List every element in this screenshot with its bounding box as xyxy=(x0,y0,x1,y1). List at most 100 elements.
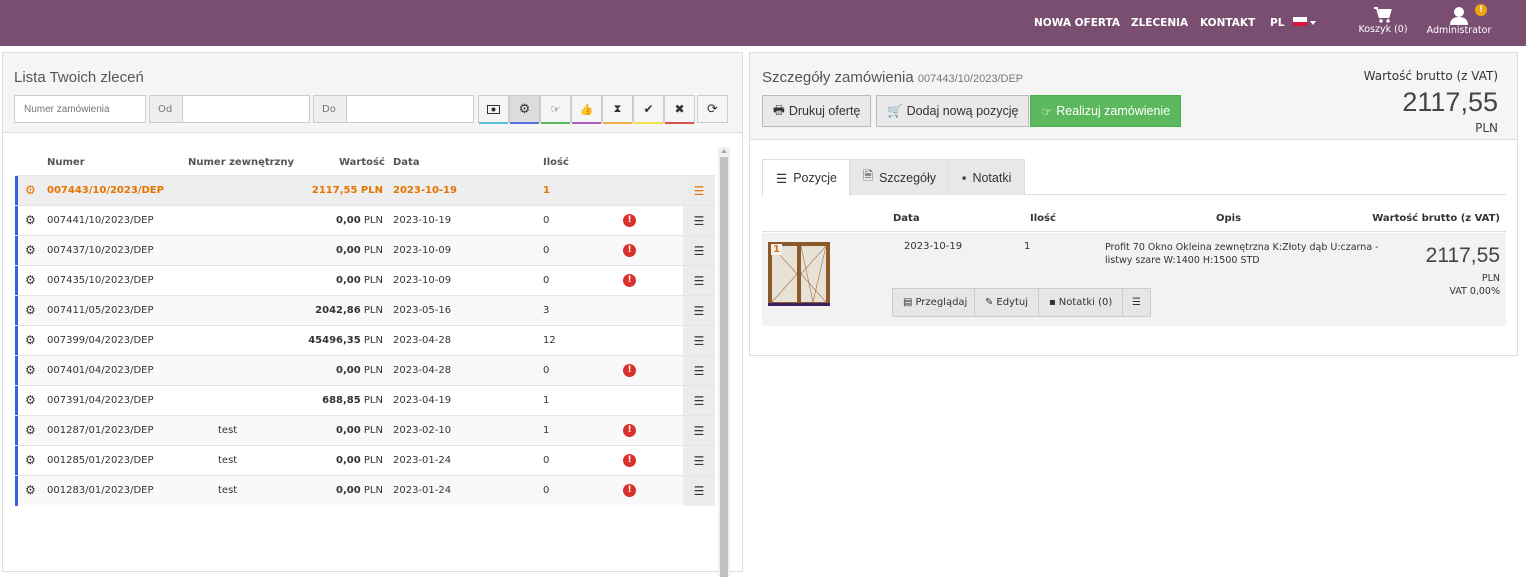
filter-times-button[interactable]: ✖ xyxy=(664,95,695,124)
order-number[interactable]: 007443/10/2023/DEP xyxy=(47,185,164,196)
order-qty: 0 xyxy=(543,455,550,466)
order-qty: 1 xyxy=(543,395,550,406)
cart-icon xyxy=(1374,7,1392,23)
position-menu-button[interactable]: ☰ xyxy=(1122,288,1151,317)
tab-notatki[interactable]: ▪ Notatki xyxy=(948,159,1026,195)
order-number[interactable]: 007441/10/2023/DEP xyxy=(47,215,154,226)
order-date: 2023-10-09 xyxy=(393,275,452,286)
filter-hand-button[interactable]: ☞ xyxy=(540,95,571,124)
nav-nowa-oferta[interactable]: NOWA OFERTA xyxy=(1034,17,1120,29)
language-selector[interactable]: PL xyxy=(1270,17,1284,29)
gear-icon[interactable]: ⚙ xyxy=(25,273,36,287)
order-number-input[interactable] xyxy=(14,95,146,123)
filter-hourglass-button[interactable]: ⧗ xyxy=(602,95,633,124)
table-row[interactable]: ⚙ 007435/10/2023/DEP 0,00 PLN 2023-10-09 0! ☰ xyxy=(15,265,715,296)
position-description: Profit 70 Okno Okleina zewnętrzna K:Złot… xyxy=(1105,241,1380,267)
col-data[interactable]: Data xyxy=(393,157,420,168)
add-position-button[interactable]: 🛒 Dodaj nową pozycję xyxy=(876,95,1030,127)
order-value-currency: PLN xyxy=(360,185,383,196)
row-menu-button[interactable]: ☰ xyxy=(683,326,715,356)
list-alt-icon: ▤ xyxy=(903,297,913,308)
table-row[interactable]: ⚙ 007399/04/2023/DEP 45496,35 PLN 2023-04-2… xyxy=(15,325,715,356)
row-menu-button[interactable]: ☰ xyxy=(683,236,715,266)
gear-icon[interactable]: ⚙ xyxy=(25,483,36,497)
table-row[interactable]: ⚙ 007411/05/2023/DEP 2042,86 PLN 2023-05-16… xyxy=(15,295,715,326)
row-accent xyxy=(15,176,18,206)
row-menu-button[interactable]: ☰ xyxy=(683,206,715,236)
gear-icon[interactable]: ⚙ xyxy=(25,393,36,407)
cart-button[interactable]: Koszyk (0) xyxy=(1358,6,1408,35)
table-row[interactable]: ⚙ 007443/10/2023/DEP 2117,55 PLN 2023-10-19… xyxy=(15,175,715,206)
date-to-input[interactable] xyxy=(346,95,474,123)
tab-szczegoly[interactable]: 🗎 Szczegóły xyxy=(849,159,951,195)
details-title-text: Szczegóły zamówienia xyxy=(762,69,914,86)
row-menu-button[interactable]: ☰ xyxy=(683,416,715,446)
order-number[interactable]: 007401/04/2023/DEP xyxy=(47,365,154,376)
table-row[interactable]: ⚙ 007401/04/2023/DEP 0,00 PLN 2023-04-28 0! ☰ xyxy=(15,355,715,386)
table-row[interactable]: ⚙ 007441/10/2023/DEP 0,00 PLN 2023-10-19 0! ☰ xyxy=(15,205,715,236)
order-value-amount: 688,85 xyxy=(322,395,361,406)
gear-icon[interactable]: ⚙ xyxy=(25,303,36,317)
gear-icon[interactable]: ⚙ xyxy=(25,333,36,347)
table-row[interactable]: ⚙ 007437/10/2023/DEP 0,00 PLN 2023-10-09 0! ☰ xyxy=(15,235,715,266)
filter-thumbs-up-button[interactable]: 👍 xyxy=(571,95,602,124)
edit-position-button[interactable]: ✎ Edytuj xyxy=(974,288,1040,317)
refresh-button[interactable]: ⟳ xyxy=(697,95,728,123)
gear-icon[interactable]: ⚙ xyxy=(25,213,36,227)
row-menu-button[interactable]: ☰ xyxy=(683,176,715,206)
table-row[interactable]: ⚙ 001283/01/2023/DEP test 0,00 PLN 2023-01-2… xyxy=(15,475,715,506)
top-navbar: NOWA OFERTA ZLECENIA KONTAKT PL Koszyk (… xyxy=(0,0,1526,46)
filter-gear-button[interactable]: ⚙ xyxy=(509,95,540,124)
thumbs-up-icon: 👍 xyxy=(579,102,594,116)
gear-icon[interactable]: ⚙ xyxy=(25,453,36,467)
col-ilosc[interactable]: Ilość xyxy=(543,157,569,168)
pos-col-wartosc: Wartość brutto (z VAT) xyxy=(1372,213,1500,224)
date-from-input[interactable] xyxy=(182,95,310,123)
menu-icon: ☰ xyxy=(693,484,705,498)
cart-plus-icon: 🛒 xyxy=(887,103,903,118)
poland-flag-icon[interactable] xyxy=(1293,17,1307,26)
row-menu-button[interactable]: ☰ xyxy=(683,476,715,506)
order-number[interactable]: 007391/04/2023/DEP xyxy=(47,395,154,406)
gear-icon[interactable]: ⚙ xyxy=(25,243,36,257)
row-menu-button[interactable]: ☰ xyxy=(683,266,715,296)
filter-check-button[interactable]: ✔ xyxy=(633,95,664,124)
order-number[interactable]: 001283/01/2023/DEP xyxy=(47,485,154,496)
nav-zlecenia[interactable]: ZLECENIA xyxy=(1131,17,1188,29)
tab-pozycje[interactable]: ☰ Pozycje xyxy=(762,159,851,196)
order-number[interactable]: 007411/05/2023/DEP xyxy=(47,305,154,316)
notes-position-button[interactable]: ▪ Notatki (0) xyxy=(1038,288,1124,317)
realize-order-label: Realizuj zamówienie xyxy=(1056,104,1171,118)
realize-order-button[interactable]: ☞ Realizuj zamówienie xyxy=(1030,95,1182,127)
print-offer-button[interactable]: 🖶 Drukuj ofertę xyxy=(762,95,872,127)
gear-icon[interactable]: ⚙ xyxy=(25,363,36,377)
nav-kontakt[interactable]: KONTAKT xyxy=(1200,17,1255,29)
row-menu-button[interactable]: ☰ xyxy=(683,446,715,476)
chevron-down-icon[interactable] xyxy=(1310,21,1316,25)
menu-icon: ☰ xyxy=(693,334,705,348)
alert-icon: ! xyxy=(623,364,636,377)
row-menu-button[interactable]: ☰ xyxy=(683,386,715,416)
table-row[interactable]: ⚙ 001285/01/2023/DEP test 0,00 PLN 2023-01-2… xyxy=(15,445,715,476)
gear-icon[interactable]: ⚙ xyxy=(25,423,36,437)
order-number[interactable]: 007399/04/2023/DEP xyxy=(47,335,154,346)
table-row[interactable]: ⚙ 007391/04/2023/DEP 688,85 PLN 2023-04-19 1… xyxy=(15,385,715,416)
order-number[interactable]: 001285/01/2023/DEP xyxy=(47,455,154,466)
order-value: 688,85 PLN xyxy=(322,395,383,406)
table-row[interactable]: ⚙ 001287/01/2023/DEP test 0,00 PLN 2023-02-1… xyxy=(15,415,715,446)
col-wartosc[interactable]: Wartość xyxy=(339,157,385,168)
order-number[interactable]: 007435/10/2023/DEP xyxy=(47,275,154,286)
gear-icon[interactable]: ⚙ xyxy=(25,183,36,197)
order-number[interactable]: 007437/10/2023/DEP xyxy=(47,245,154,256)
col-numer-zewnetrzny[interactable]: Numer zewnętrzny xyxy=(188,157,294,168)
view-position-button[interactable]: ▤ Przeglądaj xyxy=(892,288,979,317)
row-menu-button[interactable]: ☰ xyxy=(683,296,715,326)
filter-money-button[interactable] xyxy=(478,95,509,124)
scrollbar-thumb[interactable] xyxy=(720,157,728,577)
scroll-up-arrow-icon[interactable] xyxy=(721,149,727,153)
external-number: test xyxy=(218,425,238,436)
col-numer[interactable]: Numer xyxy=(47,157,85,168)
order-number[interactable]: 001287/01/2023/DEP xyxy=(47,425,154,436)
row-menu-button[interactable]: ☰ xyxy=(683,356,715,386)
orders-scrollbar[interactable] xyxy=(718,147,730,577)
